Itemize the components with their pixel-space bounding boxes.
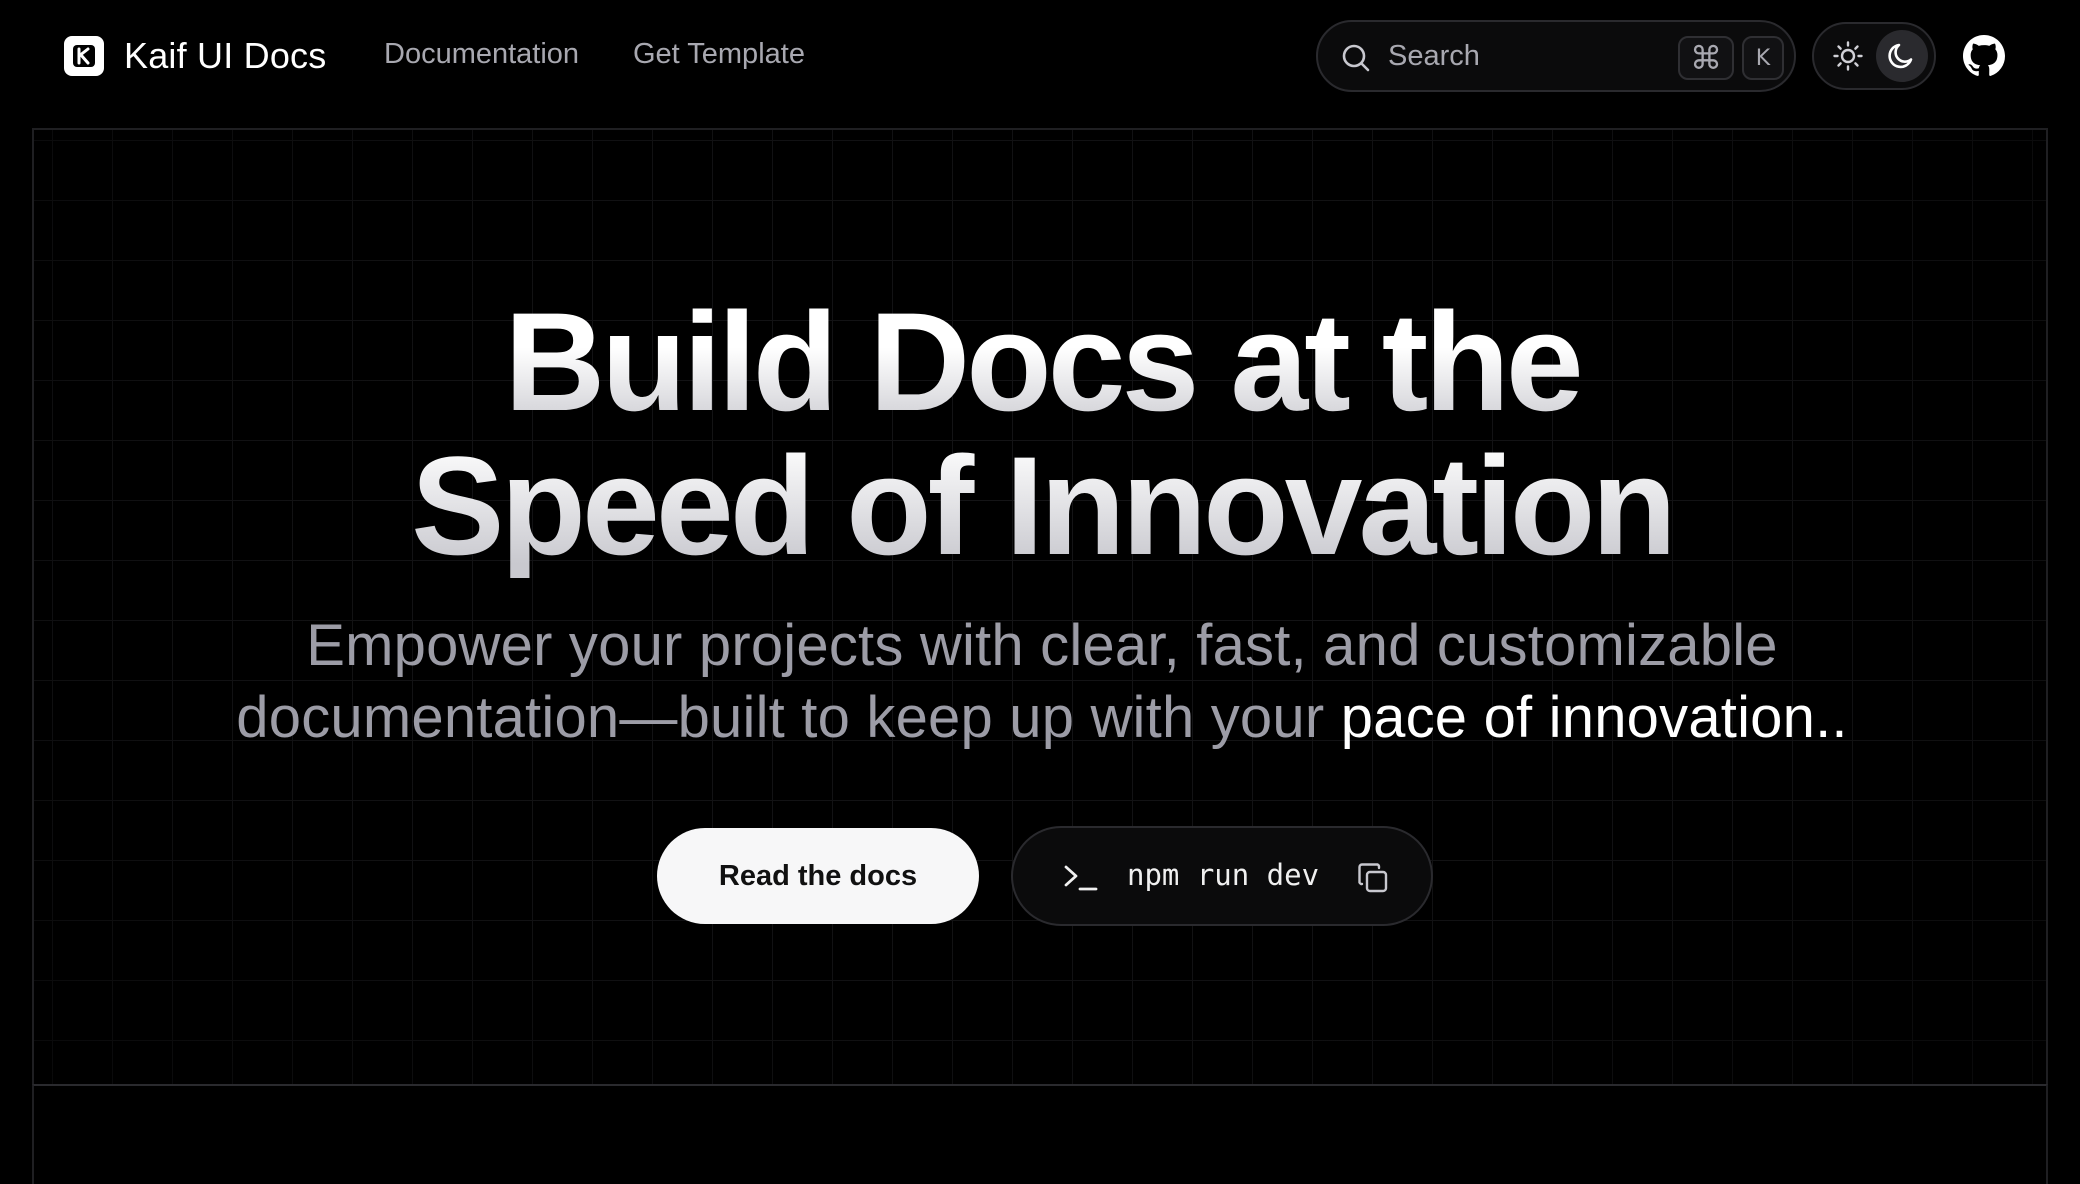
- brand-name: Kaif UI Docs: [124, 35, 327, 76]
- moon-icon[interactable]: [1876, 30, 1928, 82]
- hero-vignette: [34, 130, 2046, 1084]
- hero-title: Build Docs at the Speed of Innovation: [34, 283, 2046, 584]
- copy-icon[interactable]: [1355, 860, 1391, 896]
- k-key-badge: K: [1742, 36, 1784, 80]
- hero-title-line-2: Speed of Innovation: [411, 427, 1673, 584]
- command-text: npm run dev: [1127, 858, 1320, 892]
- nav-get-template[interactable]: Get Template: [633, 38, 805, 71]
- brand-link[interactable]: Kaif UI Docs: [64, 35, 326, 77]
- hero-subtitle-line-1: Empower your projects with clear, fast, …: [306, 613, 1778, 678]
- sun-icon[interactable]: [1822, 30, 1874, 82]
- next-section-panel: [32, 1084, 2048, 1184]
- hero-title-line-1: Build Docs at the: [504, 283, 1580, 440]
- nav-documentation[interactable]: Documentation: [384, 38, 579, 71]
- k-logo-icon: [64, 36, 104, 76]
- search-bar[interactable]: Search ⌘ K: [1316, 20, 1796, 92]
- search-placeholder: Search: [1388, 40, 1480, 72]
- hero-section: Build Docs at the Speed of Innovation Em…: [32, 128, 2048, 1086]
- hero-subtitle-line-2: documentation—built to keep up with your: [236, 685, 1341, 750]
- top-nav: Kaif UI Docs Documentation Get Template …: [0, 0, 2080, 112]
- command-snippet: npm run dev: [1011, 826, 1433, 926]
- hero-subtitle: Empower your projects with clear, fast, …: [34, 610, 2046, 754]
- hero-subtitle-highlight: pace of innovation..: [1340, 685, 1848, 750]
- theme-toggle[interactable]: [1812, 22, 1936, 90]
- terminal-prompt-icon: [1063, 862, 1099, 899]
- github-icon[interactable]: [1962, 34, 2006, 78]
- search-icon: [1340, 42, 1372, 79]
- read-docs-button[interactable]: Read the docs: [657, 828, 979, 924]
- command-key-icon: ⌘: [1678, 36, 1734, 80]
